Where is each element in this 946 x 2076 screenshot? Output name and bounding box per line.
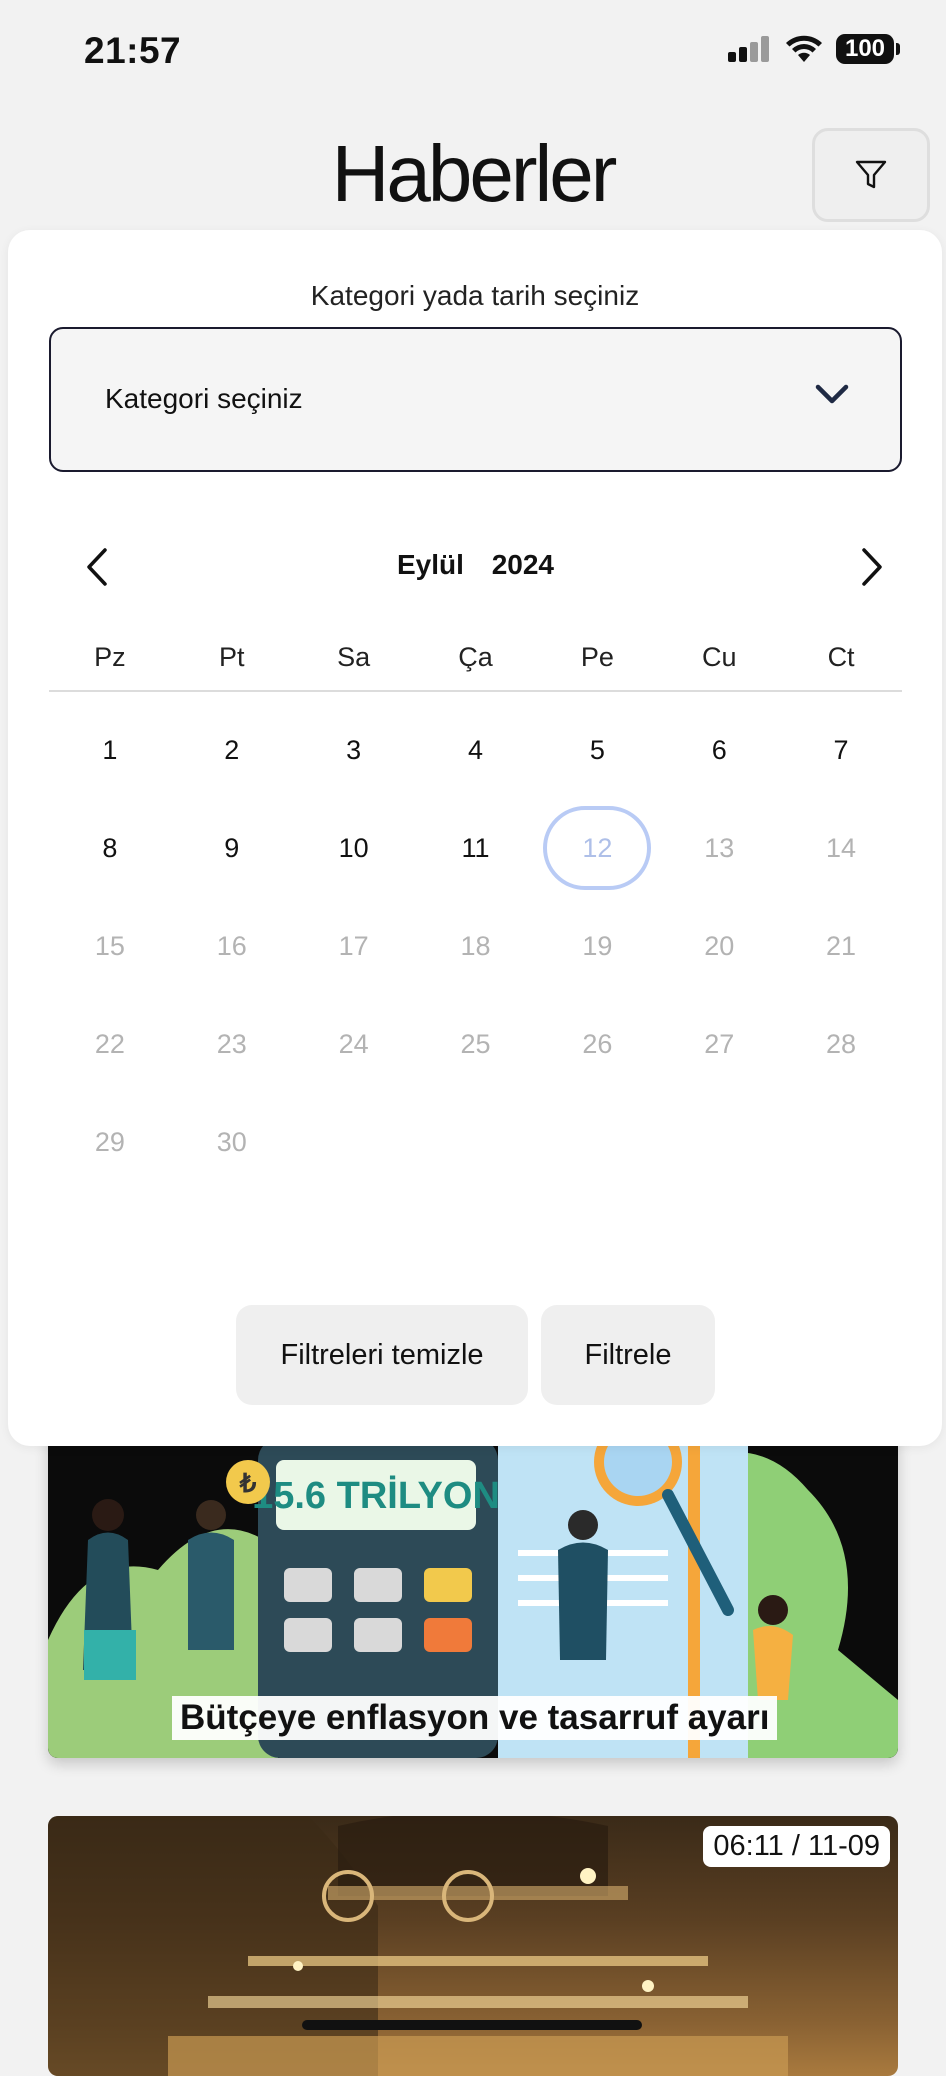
calendar-day[interactable]: 5 — [536, 701, 658, 799]
news-card[interactable]: ₺ 15.6 TRİLYON ₺ Bütçeye enflasyon ve ta… — [48, 1400, 898, 1758]
chevron-down-icon — [815, 384, 849, 404]
month-year-label: Eylül 2024 — [49, 549, 902, 581]
calendar-day: 27 — [704, 1028, 735, 1059]
calendar-day[interactable]: 8 — [49, 799, 171, 897]
calendar-day: 16 — [216, 930, 247, 961]
weekday-label: Ça — [458, 642, 493, 672]
status-bar: 21:57 100 — [0, 0, 946, 100]
news-timestamp-badge: 06:11 / 11-09 — [703, 1826, 890, 1867]
calendar-days-grid: 1 2 3 4 5 6 7 8 9 10 11 12 13 14 15 16 17 18 19 20 21 22 23 24 2… — [49, 701, 902, 1191]
calendar-day: 13 — [704, 832, 735, 863]
cellular-signal-icon — [728, 36, 770, 62]
calendar-day-today: 12 — [536, 799, 658, 897]
funnel-icon — [855, 160, 887, 189]
clear-filters-button[interactable]: Filtreleri temizle — [236, 1305, 528, 1405]
image-caption-text: 15.6 TRİLYON — [252, 1475, 500, 1517]
calendar-day: 22 — [94, 1028, 125, 1059]
calendar-day[interactable]: 11 — [415, 799, 537, 897]
category-select[interactable]: Kategori seçiniz — [49, 327, 902, 472]
news-card[interactable]: 06:11 / 11-09 — [48, 1816, 898, 2076]
sheet-heading: Kategori yada tarih seçiniz — [310, 280, 640, 311]
calendar-day: 30 — [216, 1126, 247, 1157]
calendar-day: 15 — [94, 930, 125, 961]
next-month-button[interactable] — [852, 545, 892, 589]
calendar-day: 21 — [826, 930, 857, 961]
battery-icon: 100 — [836, 34, 894, 64]
calendar-day[interactable]: 2 — [171, 701, 293, 799]
calendar-day: 17 — [338, 930, 369, 961]
weekday-label: Pt — [219, 642, 245, 672]
weekday-label: Cu — [701, 642, 737, 672]
weekday-label: Pz — [94, 642, 126, 672]
calendar-day: 23 — [216, 1028, 247, 1059]
calendar-day: 18 — [460, 930, 491, 961]
calendar-day[interactable]: 4 — [415, 701, 537, 799]
calendar-day: 28 — [826, 1028, 857, 1059]
calendar-day[interactable]: 3 — [293, 701, 415, 799]
filter-button[interactable] — [812, 128, 930, 222]
news-title: Bütçeye enflasyon ve tasarruf ayarı — [172, 1696, 778, 1740]
weekday-label: Ct — [827, 642, 855, 672]
home-indicator[interactable] — [302, 2020, 642, 2030]
filter-sheet: Kategori yada tarih seçiniz Kategori seç… — [8, 230, 942, 1446]
calendar-day: 25 — [460, 1028, 491, 1059]
month-navigation: Eylül 2024 — [49, 535, 902, 595]
today-ring: 12 — [543, 806, 652, 890]
month-label: Eylül — [397, 549, 464, 580]
category-select-value: Kategori seçiniz — [105, 383, 303, 414]
battery-cap — [896, 43, 900, 55]
weekday-label: Sa — [337, 642, 371, 672]
calendar-day: 26 — [582, 1028, 613, 1059]
apply-filter-button[interactable]: Filtrele — [541, 1305, 715, 1405]
calendar-day: 29 — [94, 1126, 125, 1157]
weekday-label: Pe — [580, 642, 614, 672]
year-label: 2024 — [491, 549, 554, 580]
calendar-day[interactable]: 10 — [293, 799, 415, 897]
calendar-day[interactable]: 9 — [171, 799, 293, 897]
page-title: Haberler — [331, 129, 618, 218]
svg-text:₺: ₺ — [239, 1468, 257, 1498]
status-time: 21:57 — [84, 30, 182, 71]
calendar-day: 24 — [338, 1028, 369, 1059]
calendar-day: 19 — [582, 930, 613, 961]
weekday-header: Pz Pt Sa Ça Pe Cu Ct — [49, 630, 902, 692]
chevron-right-icon — [862, 548, 882, 586]
calendar-day[interactable]: 1 — [49, 701, 171, 799]
calendar-day[interactable]: 6 — [658, 701, 780, 799]
calendar-day[interactable]: 7 — [780, 701, 902, 799]
wifi-icon — [786, 35, 822, 62]
calendar-day: 20 — [704, 930, 735, 961]
calendar-day: 14 — [826, 832, 857, 863]
